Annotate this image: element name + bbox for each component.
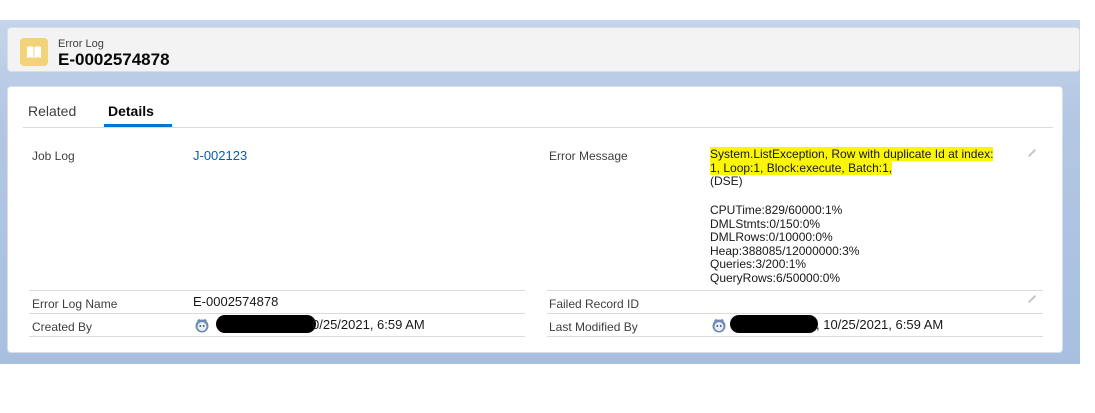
pencil-icon[interactable] xyxy=(1026,293,1038,305)
metric-line: QueryRows:6/50000:0% xyxy=(710,270,841,285)
divider xyxy=(29,336,525,337)
divider xyxy=(547,290,1043,291)
error-message-line: (DSE) xyxy=(710,174,743,188)
error-message-value: System.ListException, Row with duplicate… xyxy=(710,147,1030,189)
created-by-value: 0/25/2021, 6:59 AM xyxy=(312,317,425,332)
divider xyxy=(29,313,525,314)
book-icon xyxy=(20,38,48,66)
metric-line: Heap:388085/12000000:3% xyxy=(710,243,860,258)
detail-card: Related Details Job Log J-002123 Error L… xyxy=(7,86,1063,353)
redacted-user-name xyxy=(730,315,818,333)
active-tab-indicator xyxy=(104,124,172,127)
last-modified-by-value: , 10/25/2021, 6:59 AM xyxy=(816,317,944,332)
created-by-label: Created By xyxy=(32,320,93,334)
error-message-line: System.ListException, Row with duplicate… xyxy=(710,147,994,161)
job-log-link[interactable]: J-002123 xyxy=(193,148,247,163)
tab-details[interactable]: Details xyxy=(108,103,154,119)
error-message-label: Error Message xyxy=(549,149,628,163)
record-header: Error Log E-0002574878 xyxy=(7,27,1080,72)
limits-metrics: CPUTime:829/60000:1% DMLStmts:0/150:0% D… xyxy=(710,203,860,285)
tab-related[interactable]: Related xyxy=(28,103,76,119)
metric-line: DMLRows:0/10000:0% xyxy=(710,230,833,244)
error-log-name-label: Error Log Name xyxy=(32,297,118,311)
pencil-icon[interactable] xyxy=(1026,147,1038,159)
last-modified-by-label: Last Modified By xyxy=(549,320,638,334)
user-avatar-icon xyxy=(712,318,726,333)
user-avatar-icon xyxy=(195,318,209,333)
error-message-line: 1, Loop:1, Block:execute, Batch:1, xyxy=(710,160,893,175)
metric-line: DMLStmts:0/150:0% xyxy=(710,216,821,231)
metric-line: CPUTime:829/60000:1% xyxy=(710,203,843,217)
error-log-name-value: E-0002574878 xyxy=(193,294,279,309)
divider xyxy=(547,336,1043,337)
divider xyxy=(29,290,525,291)
redacted-user-name xyxy=(216,315,316,333)
job-log-label: Job Log xyxy=(32,149,75,163)
record-title: E-0002574878 xyxy=(58,50,170,69)
object-type-label: Error Log xyxy=(58,38,104,50)
divider xyxy=(547,313,1043,314)
tab-bar: Related Details xyxy=(23,87,1053,128)
failed-record-id-label: Failed Record ID xyxy=(549,297,640,311)
metric-line: Queries:3/200:1% xyxy=(710,257,807,271)
